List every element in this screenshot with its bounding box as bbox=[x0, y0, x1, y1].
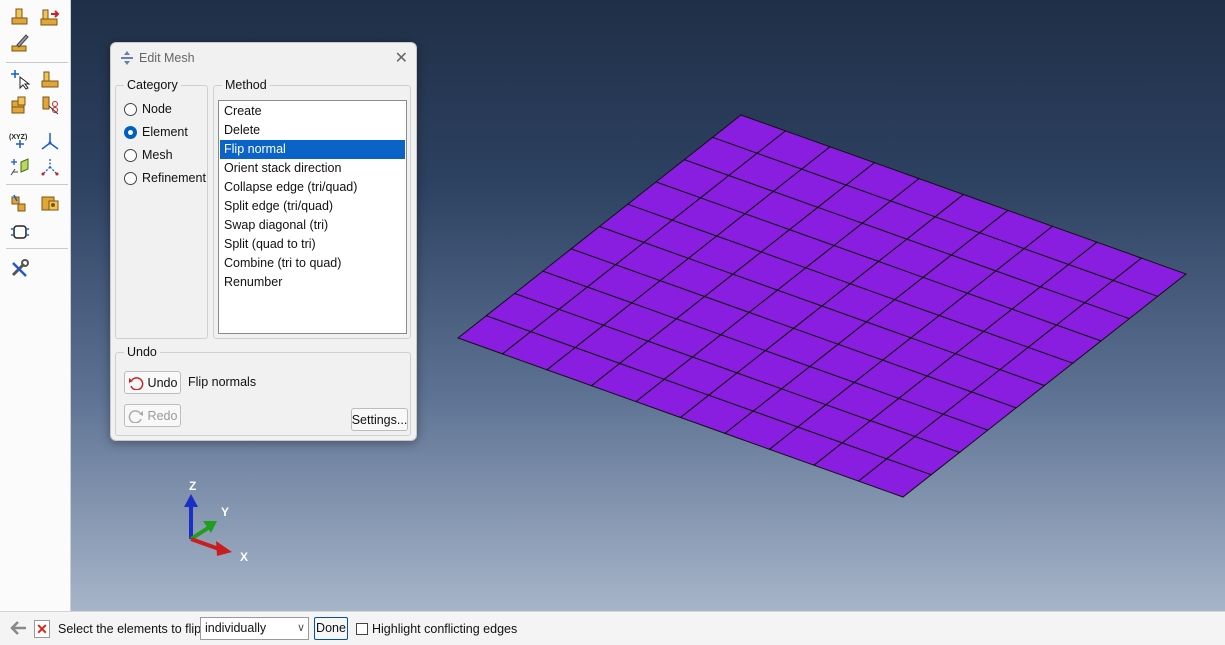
redo-button-label: Redo bbox=[147, 408, 178, 423]
datum-axis-icon[interactable] bbox=[38, 155, 62, 179]
radio-refinement-circle[interactable] bbox=[124, 171, 137, 185]
datum-point-icon[interactable]: (XYZ) bbox=[8, 129, 32, 153]
radio-node-label: Node bbox=[142, 102, 172, 116]
undo-button-label: Undo bbox=[147, 375, 178, 390]
split-icon[interactable] bbox=[38, 93, 62, 117]
triad-y-axis bbox=[189, 526, 210, 541]
settings-button[interactable]: Settings... bbox=[351, 408, 408, 431]
redo-icon bbox=[128, 409, 143, 423]
undo-icon bbox=[128, 376, 143, 390]
done-button[interactable]: Done bbox=[314, 617, 348, 640]
radio-element[interactable]: Element bbox=[124, 125, 188, 139]
triad-x-axis bbox=[190, 537, 220, 551]
triad-z-arrow bbox=[184, 494, 198, 507]
tools-icon[interactable] bbox=[8, 256, 32, 280]
dialog-title: Edit Mesh bbox=[139, 51, 195, 65]
method-item-create[interactable]: Create bbox=[220, 102, 405, 121]
category-group: Category Node Element Mesh Refinement bbox=[115, 78, 208, 339]
method-label: Method bbox=[222, 78, 270, 92]
highlight-conflicting-label: Highlight conflicting edges bbox=[372, 622, 518, 636]
svg-text:(XYZ): (XYZ) bbox=[9, 134, 27, 141]
triad-y-label: Y bbox=[221, 505, 229, 519]
method-item-delete[interactable]: Delete bbox=[220, 121, 405, 140]
radio-element-circle[interactable] bbox=[124, 125, 137, 139]
radio-refinement-label: Refinement bbox=[142, 171, 206, 185]
selection-mode-select[interactable]: individually ∨ bbox=[200, 617, 309, 640]
radio-node-circle[interactable] bbox=[124, 102, 137, 116]
method-item-split-edge[interactable]: Split edge (tri/quad) bbox=[220, 197, 405, 216]
method-item-orient-stack[interactable]: Orient stack direction bbox=[220, 159, 405, 178]
edit-feature-icon[interactable] bbox=[8, 31, 32, 55]
highlight-conflicting-checkbox[interactable] bbox=[356, 623, 368, 635]
close-icon[interactable]: ✕ bbox=[395, 48, 408, 68]
datum-plane-icon[interactable] bbox=[8, 155, 32, 179]
undo-group: Undo Undo Flip normals Redo Settings... bbox=[115, 345, 411, 436]
prompt-area: ✕ Select the elements to flip individual… bbox=[0, 611, 1225, 645]
method-item-renumber[interactable]: Renumber bbox=[220, 273, 405, 292]
category-label: Category bbox=[124, 78, 181, 92]
create-assembly-icon[interactable] bbox=[38, 5, 62, 29]
dialog-mesh-icon bbox=[119, 50, 135, 69]
method-item-flip-normal[interactable]: Flip normal bbox=[220, 140, 405, 159]
repair-icon[interactable] bbox=[8, 191, 32, 215]
prompt-text: Select the elements to flip bbox=[58, 622, 202, 636]
method-group: Method Create Delete Flip normal Orient … bbox=[213, 78, 411, 339]
cancel-x-icon[interactable]: ✕ bbox=[34, 620, 50, 638]
radio-node[interactable]: Node bbox=[124, 102, 172, 116]
method-item-collapse-edge[interactable]: Collapse edge (tri/quad) bbox=[220, 178, 405, 197]
partition-face-icon[interactable] bbox=[8, 93, 32, 117]
back-arrow-icon[interactable] bbox=[10, 620, 28, 639]
undo-group-label: Undo bbox=[124, 345, 160, 359]
query-pick-icon[interactable] bbox=[8, 67, 32, 91]
method-item-split-quad[interactable]: Split (quad to tri) bbox=[220, 235, 405, 254]
selection-mode-value: individually bbox=[205, 621, 267, 635]
module-toolbox: (XYZ) bbox=[0, 0, 71, 611]
radio-mesh-label: Mesh bbox=[142, 148, 173, 162]
triad-x-arrow bbox=[216, 541, 232, 556]
datum-csys-icon[interactable] bbox=[38, 129, 62, 153]
radio-refinement[interactable]: Refinement bbox=[124, 171, 206, 185]
method-item-combine[interactable]: Combine (tri to quad) bbox=[220, 254, 405, 273]
radio-mesh[interactable]: Mesh bbox=[124, 148, 173, 162]
method-item-swap-diagonal[interactable]: Swap diagonal (tri) bbox=[220, 216, 405, 235]
undo-description: Flip normals bbox=[188, 375, 257, 389]
create-part-icon[interactable] bbox=[8, 5, 32, 29]
edit-mesh-icon[interactable] bbox=[38, 67, 62, 91]
shell-geometry-icon[interactable] bbox=[38, 191, 62, 215]
edit-mesh-dialog: Edit Mesh ✕ Category Node Element Mesh R… bbox=[110, 42, 417, 441]
radio-mesh-circle[interactable] bbox=[124, 148, 137, 162]
sketch-icon[interactable] bbox=[8, 220, 32, 244]
method-list[interactable]: Create Delete Flip normal Orient stack d… bbox=[218, 100, 407, 334]
triad-z-label: Z bbox=[189, 479, 196, 493]
triad-x-label: X bbox=[240, 550, 248, 564]
redo-button[interactable]: Redo bbox=[124, 404, 181, 427]
radio-element-label: Element bbox=[142, 125, 188, 139]
chevron-down-icon: ∨ bbox=[296, 622, 305, 634]
undo-button[interactable]: Undo bbox=[124, 371, 181, 394]
